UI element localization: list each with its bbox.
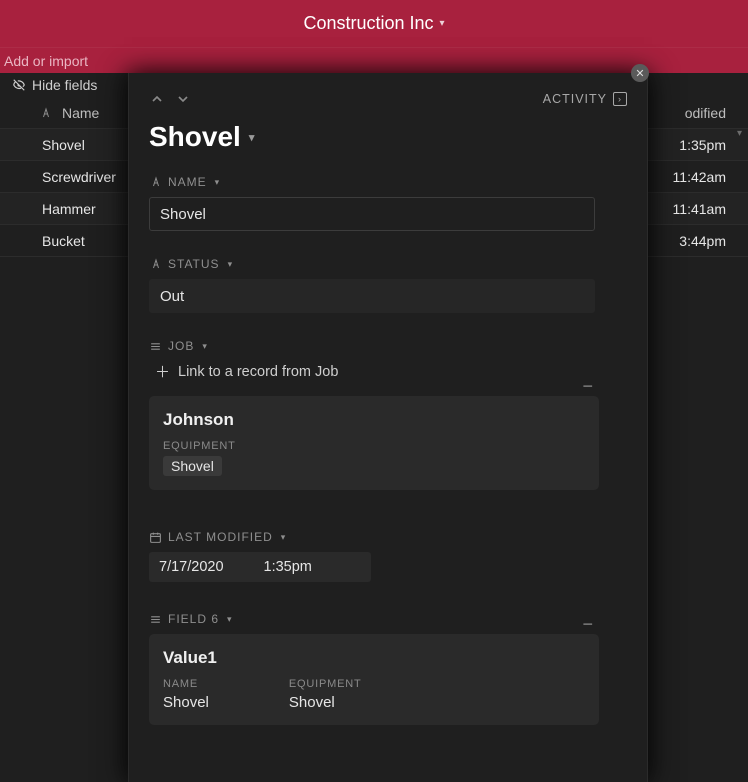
link-record-button[interactable]: ＋ Link to a record from Job bbox=[155, 361, 627, 382]
field6-col-label: NAME bbox=[163, 678, 209, 690]
column-header-name[interactable]: Name bbox=[0, 105, 130, 121]
field6-col-value: Shovel bbox=[289, 694, 362, 711]
chevron-down-icon: ▾ bbox=[249, 131, 255, 144]
field6-column: NAME Shovel bbox=[163, 678, 209, 711]
chevron-down-icon: ▾ bbox=[202, 341, 208, 352]
field6-card-title: Value1 bbox=[163, 648, 585, 668]
text-field-icon bbox=[40, 107, 52, 119]
name-input[interactable]: Shovel bbox=[149, 197, 595, 231]
activity-label: ACTIVITY bbox=[543, 92, 607, 106]
record-title[interactable]: Shovel ▾ bbox=[149, 121, 627, 153]
text-field-icon bbox=[149, 258, 162, 271]
record-nav bbox=[149, 91, 191, 107]
hide-fields-label: Hide fields bbox=[32, 77, 97, 93]
last-modified-value: 7/17/2020 1:35pm bbox=[149, 552, 371, 582]
field-label-last-modified[interactable]: LAST MODIFIED ▾ bbox=[149, 530, 627, 544]
linked-record-icon bbox=[149, 340, 162, 353]
app-header: Construction Inc ▾ bbox=[0, 0, 748, 47]
cell-time: 1:35pm bbox=[648, 137, 748, 153]
cell-name: Bucket bbox=[0, 233, 130, 249]
next-record-button[interactable] bbox=[175, 91, 191, 107]
linked-job-card[interactable]: − Johnson EQUIPMENT Shovel bbox=[149, 396, 599, 490]
record-detail-panel: ACTIVITY › Shovel ▾ NAME ▾ Shovel STATUS… bbox=[128, 73, 648, 782]
activity-toggle[interactable]: ACTIVITY › bbox=[543, 92, 627, 106]
chevron-down-icon: ▾ bbox=[281, 532, 287, 543]
linked-record-icon bbox=[149, 613, 162, 626]
linked-job-sublabel: EQUIPMENT bbox=[163, 440, 585, 452]
field-label-job[interactable]: JOB ▾ bbox=[149, 339, 627, 353]
cell-time: 11:41am bbox=[648, 201, 748, 217]
eye-off-icon bbox=[12, 78, 26, 92]
field-label-name[interactable]: NAME ▾ bbox=[149, 175, 627, 189]
base-title[interactable]: Construction Inc ▾ bbox=[303, 13, 444, 34]
cell-name: Hammer bbox=[0, 201, 130, 217]
column-menu-icon[interactable]: ▾ bbox=[737, 128, 742, 139]
field6-col-label: EQUIPMENT bbox=[289, 678, 362, 690]
base-title-text: Construction Inc bbox=[303, 13, 433, 34]
chevron-down-icon: ▾ bbox=[227, 614, 233, 625]
cell-time: 11:42am bbox=[648, 169, 748, 185]
close-icon: ✕ bbox=[635, 67, 644, 80]
chevron-down-icon: ▾ bbox=[228, 259, 234, 270]
add-import-button[interactable]: Add or import bbox=[4, 53, 88, 69]
field6-card[interactable]: − Value1 NAMEShovelEQUIPMENTShovel bbox=[149, 634, 599, 725]
plus-icon: ＋ bbox=[155, 361, 170, 382]
close-panel-button[interactable]: ✕ bbox=[631, 64, 649, 82]
column-header-modified[interactable]: odified bbox=[648, 105, 748, 121]
cell-name: Screwdriver bbox=[0, 169, 130, 185]
field-label-field6[interactable]: FIELD 6 ▾ bbox=[149, 612, 627, 626]
clock-icon bbox=[149, 531, 162, 544]
equipment-chip: Shovel bbox=[163, 456, 222, 476]
field6-col-value: Shovel bbox=[163, 694, 209, 711]
status-input[interactable]: Out bbox=[149, 279, 595, 313]
unlink-record-button[interactable]: − bbox=[582, 376, 593, 397]
last-modified-date: 7/17/2020 bbox=[159, 559, 224, 575]
chevron-down-icon: ▾ bbox=[215, 177, 221, 188]
chevron-down-icon: ▾ bbox=[440, 18, 445, 29]
cell-name: Shovel bbox=[0, 137, 130, 153]
text-field-icon bbox=[149, 176, 162, 189]
prev-record-button[interactable] bbox=[149, 91, 165, 107]
expand-activity-icon: › bbox=[613, 92, 627, 106]
field-label-status[interactable]: STATUS ▾ bbox=[149, 257, 627, 271]
field6-column: EQUIPMENT Shovel bbox=[289, 678, 362, 711]
hide-fields-button[interactable]: Hide fields bbox=[12, 77, 97, 93]
unlink-record-button[interactable]: − bbox=[582, 614, 593, 635]
record-title-text: Shovel bbox=[149, 121, 241, 153]
cell-time: 3:44pm bbox=[648, 233, 748, 249]
linked-job-title: Johnson bbox=[163, 410, 585, 430]
last-modified-time: 1:35pm bbox=[264, 559, 312, 575]
